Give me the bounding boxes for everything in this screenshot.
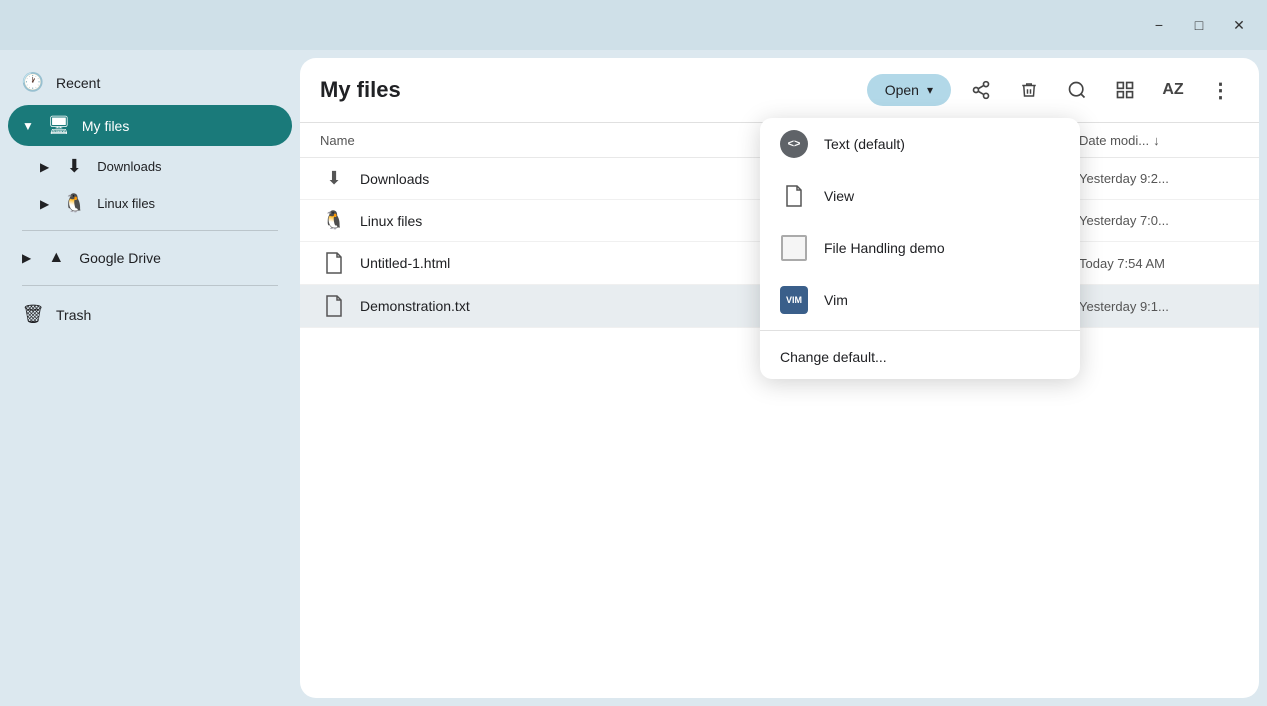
dropdown-divider bbox=[760, 330, 1080, 331]
linux-icon: 🐧 bbox=[63, 193, 85, 214]
sidebar-item-label: Google Drive bbox=[79, 250, 161, 266]
file-name: Downloads bbox=[360, 171, 829, 187]
sidebar-item-linuxfiles[interactable]: ▶ 🐧 Linux files bbox=[28, 185, 292, 222]
trash-icon: 🗑 bbox=[22, 304, 44, 325]
titlebar: − □ ✕ bbox=[0, 0, 1267, 50]
sidebar-divider bbox=[22, 230, 278, 231]
file-name: Linux files bbox=[360, 213, 829, 229]
sidebar-item-googledrive[interactable]: ▶ ▲ Google Drive bbox=[8, 239, 292, 277]
chevron-right-icon: ▶ bbox=[40, 160, 49, 174]
page-title: My files bbox=[320, 77, 855, 103]
sidebar-item-downloads[interactable]: ▶ ⬇ Downloads bbox=[28, 148, 292, 185]
open-button[interactable]: Open ▾ bbox=[867, 74, 951, 106]
sidebar-sub-myfiles: ▶ ⬇ Downloads ▶ 🐧 Linux files bbox=[28, 148, 292, 222]
file-date: Yesterday 9:2... bbox=[1079, 171, 1239, 186]
close-button[interactable]: ✕ bbox=[1221, 11, 1257, 39]
sidebar-item-trash[interactable]: 🗑 Trash bbox=[8, 294, 292, 335]
dropdown-item-label: Text (default) bbox=[824, 136, 905, 152]
dropdown-item-vim[interactable]: VIM Vim bbox=[760, 274, 1080, 326]
chevron-right-icon: ▶ bbox=[22, 251, 31, 265]
sidebar: 🕐 Recent ▼ 🖥 My files ▶ ⬇ Downloads ▶ 🐧 … bbox=[0, 50, 300, 706]
open-dropdown-arrow: ▾ bbox=[927, 83, 933, 97]
open-with-dropdown: <> Text (default) View bbox=[760, 118, 1080, 379]
vim-icon: VIM bbox=[780, 286, 808, 314]
sidebar-item-myfiles[interactable]: ▼ 🖥 My files bbox=[8, 105, 292, 146]
file-name: Untitled-1.html bbox=[360, 255, 829, 271]
downloads-icon: ⬇ bbox=[63, 156, 85, 177]
html-file-icon bbox=[320, 252, 348, 274]
dropdown-item-label: File Handling demo bbox=[824, 240, 945, 256]
sidebar-divider-2 bbox=[22, 285, 278, 286]
sidebar-item-label: Downloads bbox=[97, 159, 161, 174]
dropdown-item-view[interactable]: View bbox=[760, 170, 1080, 222]
file-handling-icon bbox=[780, 234, 808, 262]
downloads-file-icon: ⬇ bbox=[320, 168, 348, 189]
sort-button[interactable]: AZ bbox=[1155, 72, 1191, 108]
more-icon: ⋮ bbox=[1211, 78, 1232, 103]
file-name: Demonstration.txt bbox=[360, 298, 829, 314]
chevron-down-icon: ▼ bbox=[22, 119, 34, 133]
col-date-header: Date modi... ↓ bbox=[1079, 133, 1239, 148]
file-date: Yesterday 7:0... bbox=[1079, 213, 1239, 228]
sidebar-item-label: Recent bbox=[56, 75, 100, 91]
sidebar-item-label: Linux files bbox=[97, 196, 155, 211]
sort-az-icon: AZ bbox=[1162, 81, 1183, 99]
more-options-button[interactable]: ⋮ bbox=[1203, 72, 1239, 108]
grid-view-button[interactable] bbox=[1107, 72, 1143, 108]
sidebar-item-label: My files bbox=[82, 118, 129, 134]
recent-icon: 🕐 bbox=[22, 72, 44, 93]
googledrive-icon: ▲ bbox=[45, 249, 67, 267]
txt-file-icon bbox=[320, 295, 348, 317]
dropdown-item-label: Vim bbox=[824, 292, 848, 308]
file-date: Today 7:54 AM bbox=[1079, 256, 1239, 271]
myfiles-icon: 🖥 bbox=[48, 115, 70, 136]
sidebar-item-label: Trash bbox=[56, 307, 91, 323]
sidebar-item-recent[interactable]: 🕐 Recent bbox=[8, 62, 292, 103]
app-window: 🕐 Recent ▼ 🖥 My files ▶ ⬇ Downloads ▶ 🐧 … bbox=[0, 50, 1267, 706]
dropdown-item-label: View bbox=[824, 188, 854, 204]
text-default-icon: <> bbox=[780, 130, 808, 158]
linux-file-icon: 🐧 bbox=[320, 210, 348, 231]
search-button[interactable] bbox=[1059, 72, 1095, 108]
delete-button[interactable] bbox=[1011, 72, 1047, 108]
content-area: My files Open ▾ bbox=[300, 58, 1259, 698]
file-date: Yesterday 9:1... bbox=[1079, 299, 1239, 314]
toolbar: My files Open ▾ bbox=[300, 58, 1259, 123]
maximize-button[interactable]: □ bbox=[1181, 11, 1217, 39]
chevron-right-icon: ▶ bbox=[40, 197, 49, 211]
change-default-button[interactable]: Change default... bbox=[760, 335, 1080, 379]
dropdown-item-file-handling[interactable]: File Handling demo bbox=[760, 222, 1080, 274]
share-button[interactable] bbox=[963, 72, 999, 108]
dropdown-item-text-default[interactable]: <> Text (default) bbox=[760, 118, 1080, 170]
minimize-button[interactable]: − bbox=[1141, 11, 1177, 39]
view-icon bbox=[780, 182, 808, 210]
open-label: Open bbox=[885, 82, 919, 98]
